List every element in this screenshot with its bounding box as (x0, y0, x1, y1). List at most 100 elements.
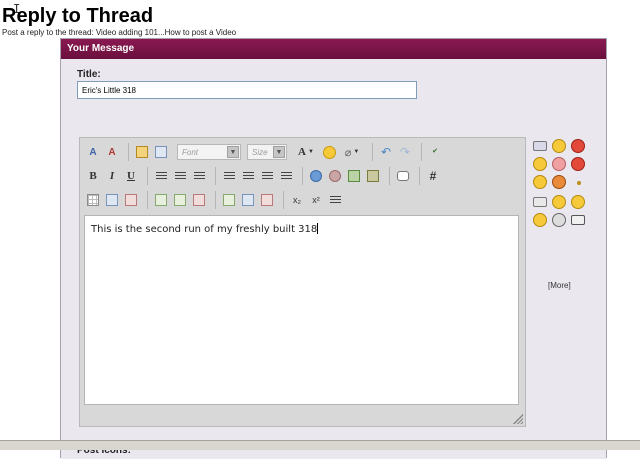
unordered-list-button[interactable] (239, 167, 257, 185)
redo-icon: ↷ (399, 145, 411, 159)
code-button[interactable]: # (424, 167, 442, 185)
table-props-button[interactable] (103, 191, 121, 209)
smiley-icon[interactable] (577, 181, 581, 185)
chevron-down-icon: ▼ (308, 149, 314, 155)
indent-icon (280, 171, 292, 181)
toolbar-group-spell: ✔ (421, 143, 445, 161)
row-before-button[interactable] (152, 191, 170, 209)
insert-image-button[interactable] (345, 167, 363, 185)
page-title: Reply to Thread (2, 5, 154, 27)
toolbar-row-2: B I U # (84, 166, 449, 186)
table-button[interactable] (84, 191, 102, 209)
quote-bubble-icon (397, 171, 409, 181)
insert-link-button[interactable] (307, 167, 325, 185)
smiley-icon[interactable] (552, 139, 566, 153)
image-icon (348, 170, 360, 182)
col-after-button[interactable] (239, 191, 257, 209)
subscript-button[interactable]: x₂ (288, 191, 306, 209)
align-center-button[interactable] (171, 167, 189, 185)
toolbar-group-code: # (419, 167, 443, 185)
message-panel: Your Message Title: A A (60, 38, 607, 459)
paste-icon (136, 146, 148, 158)
title-input[interactable] (77, 81, 417, 99)
link-globe-icon (310, 170, 322, 182)
align-center-icon (174, 171, 186, 181)
smiley-icon[interactable] (533, 197, 547, 207)
row-after-button[interactable] (171, 191, 189, 209)
toolbar-row-1: A A Font ▼ Size ▼ A ▼ ⌀ ▼ ↶ ↷ ✔ (84, 142, 451, 162)
italic-button[interactable]: I (103, 167, 121, 185)
smiley-icon[interactable] (571, 157, 585, 171)
panel-body: Title: A A (61, 59, 606, 459)
outdent-button[interactable] (258, 167, 276, 185)
smiley-icon[interactable] (533, 213, 547, 227)
align-right-button[interactable] (190, 167, 208, 185)
bold-button[interactable]: B (84, 167, 102, 185)
smiley-icon[interactable] (552, 213, 566, 227)
insert-video-button[interactable] (364, 167, 382, 185)
spellcheck-icon: ✔ (432, 148, 438, 155)
ordered-list-button[interactable] (220, 167, 238, 185)
resize-grip-icon[interactable] (513, 414, 523, 424)
toolbar-group-insert (302, 167, 383, 185)
smiley-icon[interactable] (552, 175, 566, 189)
smiley-icon[interactable] (571, 139, 585, 153)
smiley-icon[interactable] (533, 157, 547, 171)
redo-button[interactable]: ↷ (396, 143, 414, 161)
chevron-down-icon: ▼ (227, 146, 239, 158)
text-caret (317, 223, 319, 234)
editor-text: This is the second run of my freshly bui… (91, 224, 318, 235)
toolbar-group-script: x₂ x² (283, 191, 345, 209)
row-insert-after-icon (174, 194, 186, 206)
attach-button[interactable]: ⌀ ▼ (339, 143, 365, 161)
editor: A A Font ▼ Size ▼ A ▼ ⌀ ▼ ↶ ↷ ✔ B I U # … (79, 137, 526, 427)
align-left-button[interactable] (152, 167, 170, 185)
col-delete-icon (261, 194, 273, 206)
font-color-icon: A (298, 146, 306, 158)
toolbar-group-style: B I U (84, 167, 141, 185)
font-select-label: Font (182, 147, 199, 157)
smiley-icon[interactable] (571, 215, 585, 225)
toolbar-group-paste (128, 143, 171, 161)
row-delete-button[interactable] (190, 191, 208, 209)
quote-button[interactable] (394, 167, 412, 185)
spellcheck-button[interactable]: ✔ (426, 143, 444, 161)
font-color-button[interactable]: A ▼ (293, 143, 319, 161)
smiley-icon[interactable] (533, 141, 547, 151)
col-insert-icon (223, 194, 235, 206)
align-right-icon (193, 171, 205, 181)
font-select[interactable]: Font ▼ (177, 144, 241, 160)
paste-text-button[interactable] (152, 143, 170, 161)
superscript-button[interactable]: x² (307, 191, 325, 209)
ordered-list-icon (223, 171, 235, 181)
panel-header: Your Message (61, 39, 606, 59)
col-insert-after-icon (242, 194, 254, 206)
video-film-icon (367, 170, 379, 182)
size-select-label: Size (252, 147, 268, 157)
paste-button[interactable] (133, 143, 151, 161)
smiley-icon[interactable] (533, 175, 547, 189)
size-select[interactable]: Size ▼ (247, 144, 287, 160)
toolbar-row-3: x₂ x² (84, 190, 351, 210)
col-before-button[interactable] (220, 191, 238, 209)
smiley-icon[interactable] (571, 195, 585, 209)
outdent-icon (261, 171, 273, 181)
horizontal-rule-button[interactable] (326, 191, 344, 209)
remove-format-button[interactable]: A (84, 143, 102, 161)
undo-button[interactable]: ↶ (377, 143, 395, 161)
text-format-icon: A (89, 146, 97, 158)
smilies-button[interactable] (320, 143, 338, 161)
smiley-icon[interactable] (552, 195, 566, 209)
smiley-icon[interactable] (552, 157, 566, 171)
clear-format-button[interactable]: A (103, 143, 121, 161)
horizontal-rule-icon (329, 195, 341, 205)
message-editor[interactable]: This is the second run of my freshly bui… (84, 215, 519, 405)
undo-icon: ↶ (380, 145, 392, 159)
status-bar (0, 440, 640, 450)
indent-button[interactable] (277, 167, 295, 185)
col-delete-button[interactable] (258, 191, 276, 209)
remove-link-button[interactable] (326, 167, 344, 185)
more-smilies-link[interactable]: [More] (548, 281, 571, 290)
table-delete-button[interactable] (122, 191, 140, 209)
underline-button[interactable]: U (122, 167, 140, 185)
